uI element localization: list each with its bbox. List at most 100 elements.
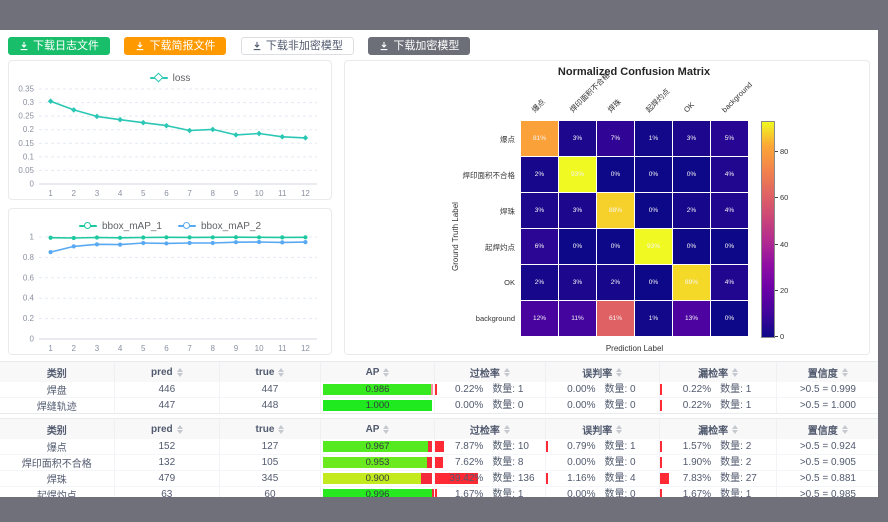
matrix-cell: 1% [635,301,672,336]
matrix-cell: 0% [711,301,748,336]
summary-metrics-table: 类别predtrueAP过检率误判率漏检率置信度焊盘4464470.986 0.2… [0,361,878,414]
matrix-cell: 88% [597,193,634,228]
matrix-cell: 0% [559,229,596,264]
col-header-过检率[interactable]: 过检率 [435,419,546,439]
cell-true: 447 [219,382,320,398]
col-header-true[interactable]: true [219,419,320,439]
matrix-cell: 3% [559,121,596,156]
matrix-cell: 0% [635,265,672,300]
heatmap-title: Normalized Confusion Matrix [474,66,794,78]
col-header-误判率[interactable]: 误判率 [545,419,659,439]
cell-ap: 0.996 [320,487,434,498]
cell-misjudge-rate: 0.00%数量: 0 [545,382,659,398]
sort-icon [732,425,738,434]
matrix-cell: 3% [559,193,596,228]
matrix-cell: 12% [521,301,558,336]
cell-misjudge-rate: 0.00%数量: 0 [545,487,659,498]
col-header-pred[interactable]: pred [114,362,219,382]
colorbar-tick: 20 [775,286,788,295]
svg-text:0.1: 0.1 [23,152,35,161]
matrix-cell: 93% [559,157,596,192]
table-row: 起焊灼点63600.9961.67%数量: 10.00%数量: 01.67%数量… [0,487,878,498]
matrix-cell: 61% [597,301,634,336]
window-frame-bottom [0,497,888,522]
cell-miss-rate: 1.57%数量: 2 [659,439,777,455]
col-header-误判率[interactable]: 误判率 [545,362,659,382]
cell-true: 60 [219,487,320,498]
matrix-cell: 0% [635,157,672,192]
x-axis-label: Prediction Label [521,344,748,353]
cell-ap: 1.000 [320,398,434,414]
col-header-AP[interactable]: AP [320,419,434,439]
cell-ap: 0.953 [320,455,434,471]
svg-text:9: 9 [234,189,239,198]
sort-icon [504,368,510,377]
col-header-置信度[interactable]: 置信度 [777,419,878,439]
sort-icon [383,368,389,377]
sort-icon [842,425,848,434]
cell-ap: 0.900 [320,471,434,487]
svg-text:12: 12 [301,189,310,198]
matrix-cell: 2% [673,193,710,228]
loss-chart-card: loss 00.050.10.150.20.250.30.35123456789… [8,60,332,200]
defect-metrics-table: 类别predtrueAP过检率误判率漏检率置信度爆点1521270.9677.8… [0,418,878,497]
col-header-漏检率[interactable]: 漏检率 [659,362,777,382]
col-header-过检率[interactable]: 过检率 [435,362,546,382]
col-header-置信度[interactable]: 置信度 [777,362,878,382]
col-header-漏检率[interactable]: 漏检率 [659,419,777,439]
button-label: 下载加密模型 [393,37,459,55]
matrix-cell: 2% [521,157,558,192]
sort-icon [504,425,510,434]
svg-text:8: 8 [211,344,216,353]
svg-text:4: 4 [118,189,123,198]
cell-misjudge-rate: 1.16%数量: 4 [545,471,659,487]
cell-class: 焊珠 [0,471,114,487]
ap-bar: 0.986 [323,384,432,395]
sort-icon [732,368,738,377]
ap-bar: 0.900 [323,473,432,484]
matrix-cell: 0% [597,229,634,264]
matrix-col-label: 爆点 [530,97,548,115]
download-icon [135,41,145,51]
col-header-true[interactable]: true [219,362,320,382]
matrix-cell: 0% [711,229,748,264]
matrix-row-label: background [403,314,515,323]
ap-bar: 0.953 [323,457,432,468]
download-encrypted-model-button[interactable]: 下载加密模型 [368,37,470,55]
cell-class: 爆点 [0,439,114,455]
charts-column: loss 00.050.10.150.20.250.30.35123456789… [8,60,332,355]
cell-pred: 446 [114,382,219,398]
matrix-cell: 0% [673,157,710,192]
table-row: 焊缝轨迹4474481.0000.00%数量: 00.00%数量: 00.22%… [0,398,878,414]
cell-overkill-rate: 1.67%数量: 1 [435,487,546,498]
cell-miss-rate: 1.67%数量: 1 [659,487,777,498]
col-header-类别: 类别 [0,362,114,382]
matrix-cell: 0% [635,193,672,228]
cell-true: 448 [219,398,320,414]
toolbar: 下载日志文件 下载简报文件 下载非加密模型 下载加密模型 [0,30,878,60]
download-unencrypted-model-button[interactable]: 下载非加密模型 [241,37,354,55]
cell-misjudge-rate: 0.00%数量: 0 [545,455,659,471]
col-header-pred[interactable]: pred [114,419,219,439]
svg-text:10: 10 [255,344,264,353]
legend-marker [150,77,168,79]
table-row: 焊珠4793450.90039.42%数量: 1361.16%数量: 47.83… [0,471,878,487]
matrix-cell: 0% [597,157,634,192]
cell-class: 焊盘 [0,382,114,398]
window-frame-top [0,0,888,30]
matrix-cell: 5% [711,121,748,156]
svg-text:0: 0 [30,180,35,189]
download-report-button[interactable]: 下载简报文件 [124,37,226,55]
svg-text:5: 5 [141,189,146,198]
matrix-cell: 2% [597,265,634,300]
cell-misjudge-rate: 0.00%数量: 0 [545,398,659,414]
cell-confidence: >0.5 = 0.999 [777,382,878,398]
download-log-button[interactable]: 下载日志文件 [8,37,110,55]
cell-pred: 152 [114,439,219,455]
cell-ap: 0.967 [320,439,434,455]
cell-miss-rate: 0.22%数量: 1 [659,398,777,414]
col-header-AP[interactable]: AP [320,362,434,382]
loss-chart-legend: loss [9,63,331,82]
cell-overkill-rate: 0.00%数量: 0 [435,398,546,414]
cell-confidence: >0.5 = 1.000 [777,398,878,414]
